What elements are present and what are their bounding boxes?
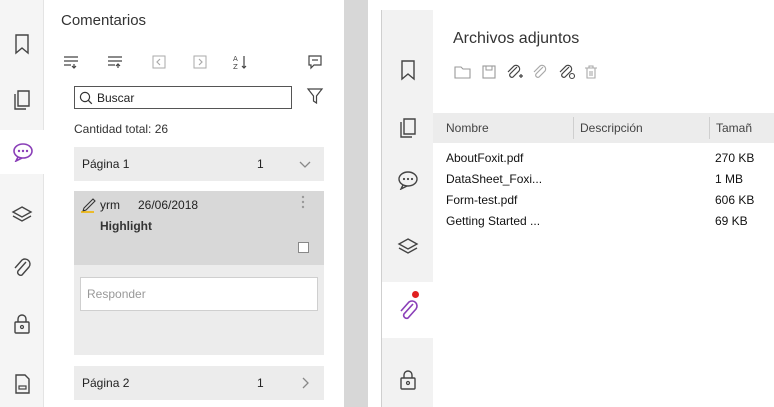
column-header-name[interactable]: Nombre xyxy=(446,121,489,135)
panel-title: Comentarios xyxy=(61,12,147,29)
attachment-icon[interactable] xyxy=(382,282,435,338)
layers-icon[interactable] xyxy=(382,224,434,268)
search-input[interactable]: Buscar xyxy=(74,86,292,109)
previous-icon[interactable] xyxy=(149,52,169,72)
search-icon xyxy=(79,91,93,104)
file-name: AboutFoxit.pdf xyxy=(446,151,524,165)
page-name: Página 1 xyxy=(82,157,130,171)
file-size: 270 KB xyxy=(715,151,755,165)
chevron-down-icon[interactable] xyxy=(298,157,312,171)
collapse-all-icon[interactable] xyxy=(105,52,125,72)
page-group-header[interactable]: Página 2 1 xyxy=(74,366,324,400)
next-icon[interactable] xyxy=(190,52,210,72)
svg-text:A: A xyxy=(233,55,238,63)
table-row[interactable]: Getting Started ... 69 KB xyxy=(433,210,774,231)
file-size: 606 KB xyxy=(715,193,755,207)
comments-panel: Comentarios AZ Buscar Cantidad total: 26… xyxy=(0,0,344,407)
lock-icon[interactable] xyxy=(0,302,44,346)
pages-icon[interactable] xyxy=(382,106,434,150)
table-row[interactable]: Form-test.pdf 606 KB xyxy=(433,189,774,210)
comment-icon[interactable] xyxy=(382,158,434,202)
comment-item[interactable]: yrm 26/06/2018 Highlight xyxy=(74,191,324,265)
comment-list-icon[interactable] xyxy=(305,52,325,72)
comment-author: yrm xyxy=(100,198,120,212)
attachments-table-header: Nombre Descripción Tamañ xyxy=(433,113,774,143)
attachments-content: Archivos adjuntos Nombre Descripción Tam… xyxy=(433,10,774,407)
comment-type: Highlight xyxy=(100,219,152,233)
file-name: Form-test.pdf xyxy=(446,193,518,207)
document-icon[interactable] xyxy=(0,362,44,406)
attachment-icon[interactable] xyxy=(0,246,44,290)
file-size: 69 KB xyxy=(715,214,748,228)
table-row[interactable]: DataSheet_Foxi... 1 MB xyxy=(433,168,774,189)
column-header-description[interactable]: Descripción xyxy=(580,121,643,135)
filter-icon[interactable] xyxy=(306,86,324,106)
total-count: Cantidad total: 26 xyxy=(74,122,169,136)
bookmark-icon[interactable] xyxy=(382,48,434,92)
page-name: Página 2 xyxy=(82,376,130,390)
column-header-size[interactable]: Tamañ xyxy=(716,121,752,135)
delete-icon[interactable] xyxy=(581,62,601,82)
column-divider[interactable] xyxy=(573,117,574,139)
pages-icon[interactable] xyxy=(0,78,44,122)
comments-content: Comentarios AZ Buscar Cantidad total: 26… xyxy=(44,0,344,407)
svg-text:Z: Z xyxy=(233,63,238,70)
sort-icon[interactable]: AZ xyxy=(231,52,251,72)
page-comment-count: 1 xyxy=(257,157,264,171)
highlight-icon xyxy=(81,198,96,213)
lock-icon[interactable] xyxy=(382,358,434,402)
notification-dot xyxy=(412,291,419,298)
file-name: Getting Started ... xyxy=(446,214,541,228)
layers-icon[interactable] xyxy=(0,192,44,236)
comment-date: 26/06/2018 xyxy=(138,198,199,212)
right-navigation-rail xyxy=(381,10,435,407)
file-name: DataSheet_Foxi... xyxy=(446,172,543,186)
column-divider[interactable] xyxy=(709,117,710,139)
reply-area: Responder xyxy=(74,265,324,355)
bookmark-icon[interactable] xyxy=(0,22,44,66)
left-navigation-rail xyxy=(0,0,45,407)
page-group-header[interactable]: Página 1 1 xyxy=(74,147,324,181)
file-size: 1 MB xyxy=(715,172,744,186)
more-options-icon[interactable] xyxy=(300,194,306,210)
attachment-properties-icon[interactable] xyxy=(557,62,577,82)
comment-icon[interactable] xyxy=(0,130,45,174)
expand-all-icon[interactable] xyxy=(61,52,81,72)
reply-input[interactable]: Responder xyxy=(80,277,318,311)
panel-divider xyxy=(344,0,368,407)
panel-title: Archivos adjuntos xyxy=(453,30,580,47)
add-attachment-icon[interactable] xyxy=(505,62,525,82)
comments-toolbar: AZ xyxy=(61,52,323,72)
attachments-panel: Archivos adjuntos Nombre Descripción Tam… xyxy=(368,0,774,407)
attachments-toolbar xyxy=(453,62,653,82)
comment-checkbox[interactable] xyxy=(298,242,309,253)
table-row[interactable]: AboutFoxit.pdf 270 KB xyxy=(433,147,774,168)
save-icon[interactable] xyxy=(479,62,499,82)
search-placeholder: Buscar xyxy=(97,90,135,105)
page-comment-count: 1 xyxy=(257,376,264,390)
open-folder-icon[interactable] xyxy=(453,62,473,82)
chevron-right-icon[interactable] xyxy=(298,376,312,390)
remove-attachment-icon[interactable] xyxy=(531,62,551,82)
